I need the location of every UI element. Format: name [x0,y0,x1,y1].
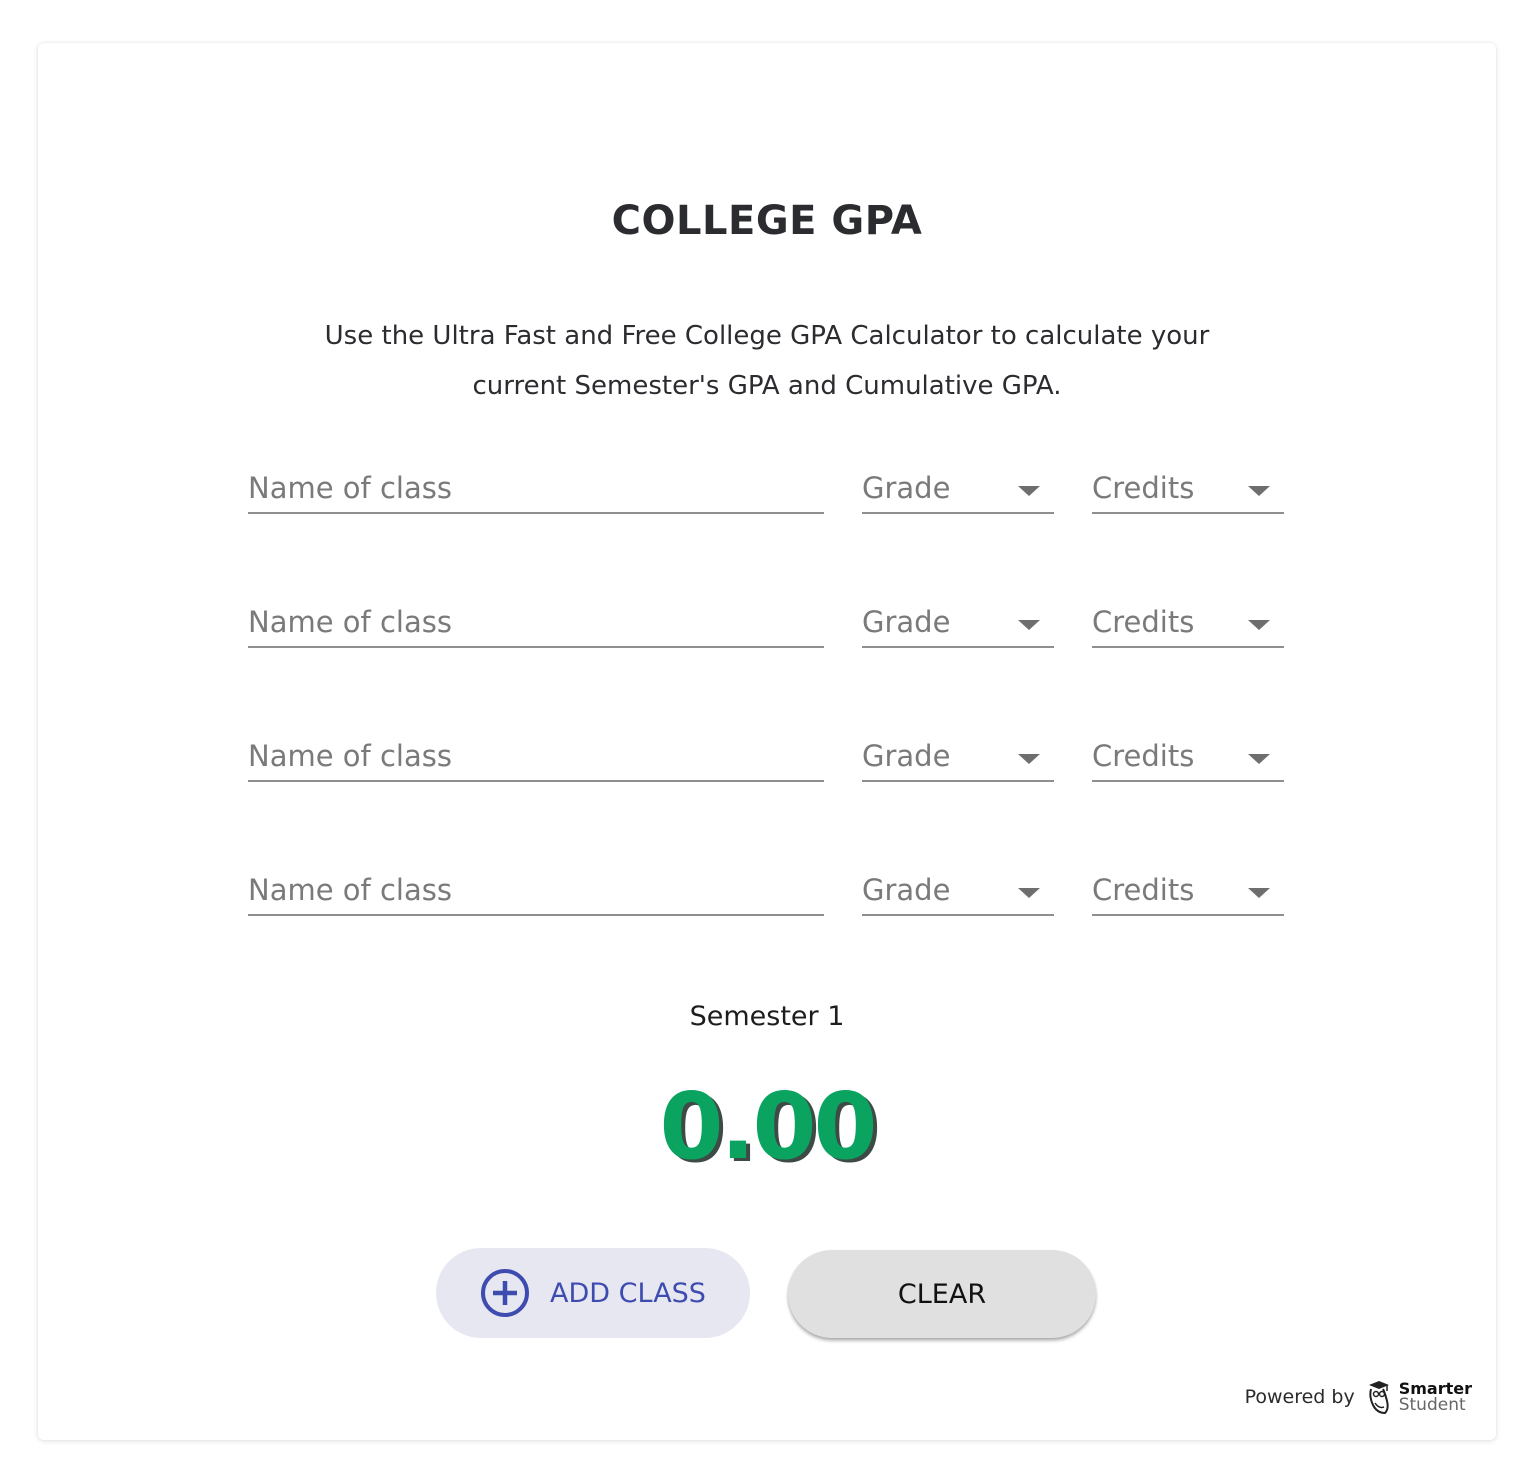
brand-name-line2: Student [1398,1395,1466,1415]
page-description: Use the Ultra Fast and Free College GPA … [324,321,1210,401]
clear-label: CLEAR [897,1278,987,1310]
dropdown-caret-icon [1018,754,1040,764]
credits-select[interactable]: Credits [1092,858,1284,916]
gpa-calculator-card: COLLEGE GPA Use the Ultra Fast and Free … [38,43,1496,1440]
page-title: COLLEGE GPA [611,198,923,244]
class-name-placeholder: Name of class [248,471,452,505]
owl-graduate-icon [1368,1381,1389,1415]
grade-select[interactable]: Grade [862,724,1054,782]
credits-select-label: Credits [1092,739,1195,773]
class-name-input[interactable]: Name of class [248,858,824,916]
grade-select[interactable]: Grade [862,456,1054,514]
class-name-input[interactable]: Name of class [248,724,824,782]
class-name-placeholder: Name of class [248,605,452,639]
credits-select-label: Credits [1092,471,1195,505]
dropdown-caret-icon [1248,486,1270,496]
credits-select[interactable]: Credits [1092,724,1284,782]
dropdown-caret-icon [1018,486,1040,496]
brand-logo: Smarter Student [1399,1380,1472,1414]
class-name-placeholder: Name of class [248,739,452,773]
add-class-label: ADD CLASS [550,1277,706,1309]
plus-circle-icon [481,1269,530,1317]
dropdown-caret-icon [1248,754,1270,764]
dropdown-caret-icon [1018,888,1040,898]
credits-select-label: Credits [1092,605,1195,639]
powered-by-text: Powered by [1244,1386,1355,1408]
dropdown-caret-icon [1018,620,1040,630]
credits-select[interactable]: Credits [1092,590,1284,648]
grade-select-label: Grade [862,471,951,505]
clear-button[interactable]: CLEAR [788,1250,1096,1338]
dropdown-caret-icon [1248,620,1270,630]
powered-by-link[interactable]: Powered by Smarter Student [1245,1379,1472,1415]
class-name-placeholder: Name of class [248,873,452,907]
grade-select-label: Grade [862,873,951,907]
class-name-input[interactable]: Name of class [248,456,824,514]
class-name-input[interactable]: Name of class [248,590,824,648]
credits-select-label: Credits [1092,873,1195,907]
gpa-value: 0.00 [659,1073,878,1180]
grade-select[interactable]: Grade [862,590,1054,648]
grade-select[interactable]: Grade [862,858,1054,916]
semester-label: Semester 1 [689,1001,845,1032]
add-class-button[interactable]: ADD CLASS [436,1248,750,1338]
grade-select-label: Grade [862,739,951,773]
credits-select[interactable]: Credits [1092,456,1284,514]
grade-select-label: Grade [862,605,951,639]
dropdown-caret-icon [1248,888,1270,898]
